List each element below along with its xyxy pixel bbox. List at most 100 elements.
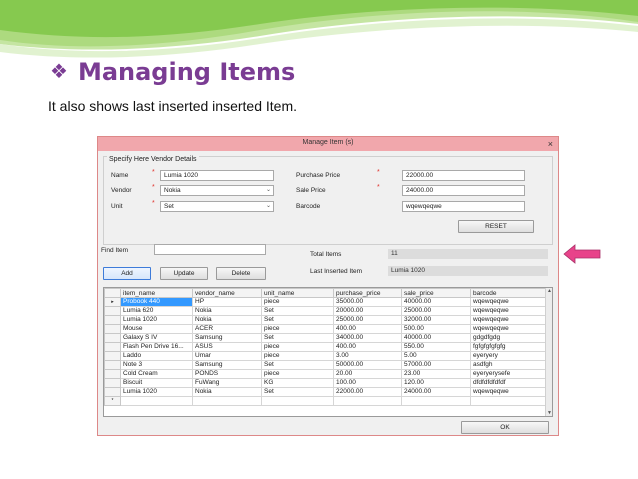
- table-cell[interactable]: Set: [261, 333, 334, 343]
- new-row[interactable]: *: [104, 396, 547, 406]
- table-cell[interactable]: 22000.00: [333, 387, 402, 397]
- table-cell[interactable]: ACER: [192, 324, 262, 334]
- table-cell[interactable]: Samsung: [192, 360, 262, 370]
- row-header[interactable]: [104, 342, 121, 352]
- column-header-sale-price[interactable]: sale_price: [401, 288, 471, 298]
- table-cell[interactable]: piece: [261, 297, 334, 307]
- table-row[interactable]: Flash Pen Drive 16... ASUS piece 400.00 550.…: [104, 342, 547, 352]
- table-cell[interactable]: wqewqeqwe: [470, 315, 547, 325]
- purchase-price-field[interactable]: 22000.00: [402, 170, 525, 181]
- table-cell[interactable]: KG: [261, 378, 334, 388]
- table-row[interactable]: Lumia 1020 Nokia Set 22000.00 24000.00 wqewqe…: [104, 387, 547, 397]
- ok-button[interactable]: OK: [461, 421, 549, 434]
- table-cell[interactable]: HP: [192, 297, 262, 307]
- table-cell[interactable]: piece: [261, 351, 334, 361]
- row-header[interactable]: [104, 351, 121, 361]
- table-cell[interactable]: Flash Pen Drive 16...: [120, 342, 193, 352]
- table-cell[interactable]: 550.00: [401, 342, 471, 352]
- row-header[interactable]: [104, 315, 121, 325]
- items-grid[interactable]: item_name vendor_name unit_name purchase…: [103, 287, 553, 417]
- table-cell[interactable]: 34000.00: [333, 333, 402, 343]
- table-cell[interactable]: 5.00: [401, 351, 471, 361]
- table-cell[interactable]: [120, 396, 193, 406]
- row-header[interactable]: [104, 306, 121, 316]
- table-cell[interactable]: Nokia: [192, 315, 262, 325]
- table-cell[interactable]: piece: [261, 324, 334, 334]
- row-header[interactable]: [104, 378, 121, 388]
- table-cell[interactable]: 50000.00: [333, 360, 402, 370]
- table-cell[interactable]: Set: [261, 315, 334, 325]
- reset-button[interactable]: RESET: [458, 220, 534, 233]
- table-cell[interactable]: Nokia: [192, 306, 262, 316]
- table-cell[interactable]: Set: [261, 306, 334, 316]
- table-cell[interactable]: 20.00: [333, 369, 402, 379]
- table-cell[interactable]: wqewqeqwe: [470, 324, 547, 334]
- table-row[interactable]: ▸ Probook 440 HP piece 35000.00 40000.00 wqewq…: [104, 297, 547, 307]
- table-cell[interactable]: Lumia 1020: [120, 387, 193, 397]
- table-row[interactable]: Lumia 1020 Nokia Set 25000.00 32000.00 wqewqe…: [104, 315, 547, 325]
- row-header[interactable]: [104, 387, 121, 397]
- table-cell[interactable]: ASUS: [192, 342, 262, 352]
- table-cell[interactable]: 23.00: [401, 369, 471, 379]
- column-header-vendor-name[interactable]: vendor_name: [192, 288, 262, 298]
- find-item-input[interactable]: [154, 244, 266, 255]
- table-cell[interactable]: 25000.00: [401, 306, 471, 316]
- table-cell[interactable]: Cold Cream: [120, 369, 193, 379]
- table-cell[interactable]: eyeryerysefe: [470, 369, 547, 379]
- column-header-barcode[interactable]: barcode: [470, 288, 547, 298]
- row-header[interactable]: [104, 360, 121, 370]
- table-cell[interactable]: 400.00: [333, 324, 402, 334]
- table-row[interactable]: Mouse ACER piece 400.00 500.00 wqewqeqwe: [104, 324, 547, 334]
- table-cell[interactable]: Galaxy S IV: [120, 333, 193, 343]
- table-cell[interactable]: 400.00: [333, 342, 402, 352]
- sale-price-field[interactable]: 24000.00: [402, 185, 525, 196]
- row-header[interactable]: [104, 333, 121, 343]
- table-row[interactable]: Biscuit FuWang KG 100.00 120.00 dfdfdfdfdfdf: [104, 378, 547, 388]
- table-cell[interactable]: wqewqeqwe: [470, 387, 547, 397]
- table-cell[interactable]: Nokia: [192, 387, 262, 397]
- table-cell[interactable]: PONDS: [192, 369, 262, 379]
- table-cell[interactable]: piece: [261, 342, 334, 352]
- table-cell[interactable]: 40000.00: [401, 333, 471, 343]
- table-cell[interactable]: asdfgh: [470, 360, 547, 370]
- table-cell[interactable]: wqewqeqwe: [470, 297, 547, 307]
- table-cell[interactable]: gdgdfgdg: [470, 333, 547, 343]
- vertical-scrollbar[interactable]: ▲ ▼: [545, 288, 552, 416]
- column-header-purchase-price[interactable]: purchase_price: [333, 288, 402, 298]
- table-cell[interactable]: Lumia 1020: [120, 315, 193, 325]
- table-cell[interactable]: Probook 440: [120, 297, 193, 307]
- table-cell[interactable]: eyeryery: [470, 351, 547, 361]
- table-cell[interactable]: 24000.00: [401, 387, 471, 397]
- row-header[interactable]: [104, 324, 121, 334]
- table-cell[interactable]: dfdfdfdfdfdf: [470, 378, 547, 388]
- table-cell[interactable]: 100.00: [333, 378, 402, 388]
- table-cell[interactable]: Samsung: [192, 333, 262, 343]
- table-row[interactable]: Laddo Umar piece 3.00 5.00 eyeryery: [104, 351, 547, 361]
- table-cell[interactable]: piece: [261, 369, 334, 379]
- column-header-unit-name[interactable]: unit_name: [261, 288, 334, 298]
- table-cell[interactable]: 25000.00: [333, 315, 402, 325]
- table-cell[interactable]: FuWang: [192, 378, 262, 388]
- table-row[interactable]: Galaxy S IV Samsung Set 34000.00 40000.00 gdg…: [104, 333, 547, 343]
- add-button[interactable]: Add: [103, 267, 151, 280]
- table-cell[interactable]: [333, 396, 402, 406]
- table-cell[interactable]: 40000.00: [401, 297, 471, 307]
- scroll-down-icon[interactable]: ▼: [546, 410, 552, 416]
- table-row[interactable]: Lumia 620 Nokia Set 20000.00 25000.00 wqewqeq…: [104, 306, 547, 316]
- table-cell[interactable]: fgfgfgfgfgfg: [470, 342, 547, 352]
- table-cell[interactable]: 500.00: [401, 324, 471, 334]
- table-cell[interactable]: [470, 396, 547, 406]
- table-cell[interactable]: [401, 396, 471, 406]
- table-row[interactable]: Cold Cream PONDS piece 20.00 23.00 eyeryeryse…: [104, 369, 547, 379]
- table-cell[interactable]: Lumia 620: [120, 306, 193, 316]
- scroll-up-icon[interactable]: ▲: [546, 288, 552, 294]
- table-cell[interactable]: [261, 396, 334, 406]
- table-cell[interactable]: Laddo: [120, 351, 193, 361]
- delete-button[interactable]: Delete: [216, 267, 266, 280]
- table-cell[interactable]: Umar: [192, 351, 262, 361]
- window-titlebar[interactable]: Manage Item (s) ×: [98, 137, 558, 151]
- table-row[interactable]: Note 3 Samsung Set 50000.00 57000.00 asdfgh: [104, 360, 547, 370]
- update-button[interactable]: Update: [160, 267, 208, 280]
- row-header[interactable]: [104, 369, 121, 379]
- table-cell[interactable]: Note 3: [120, 360, 193, 370]
